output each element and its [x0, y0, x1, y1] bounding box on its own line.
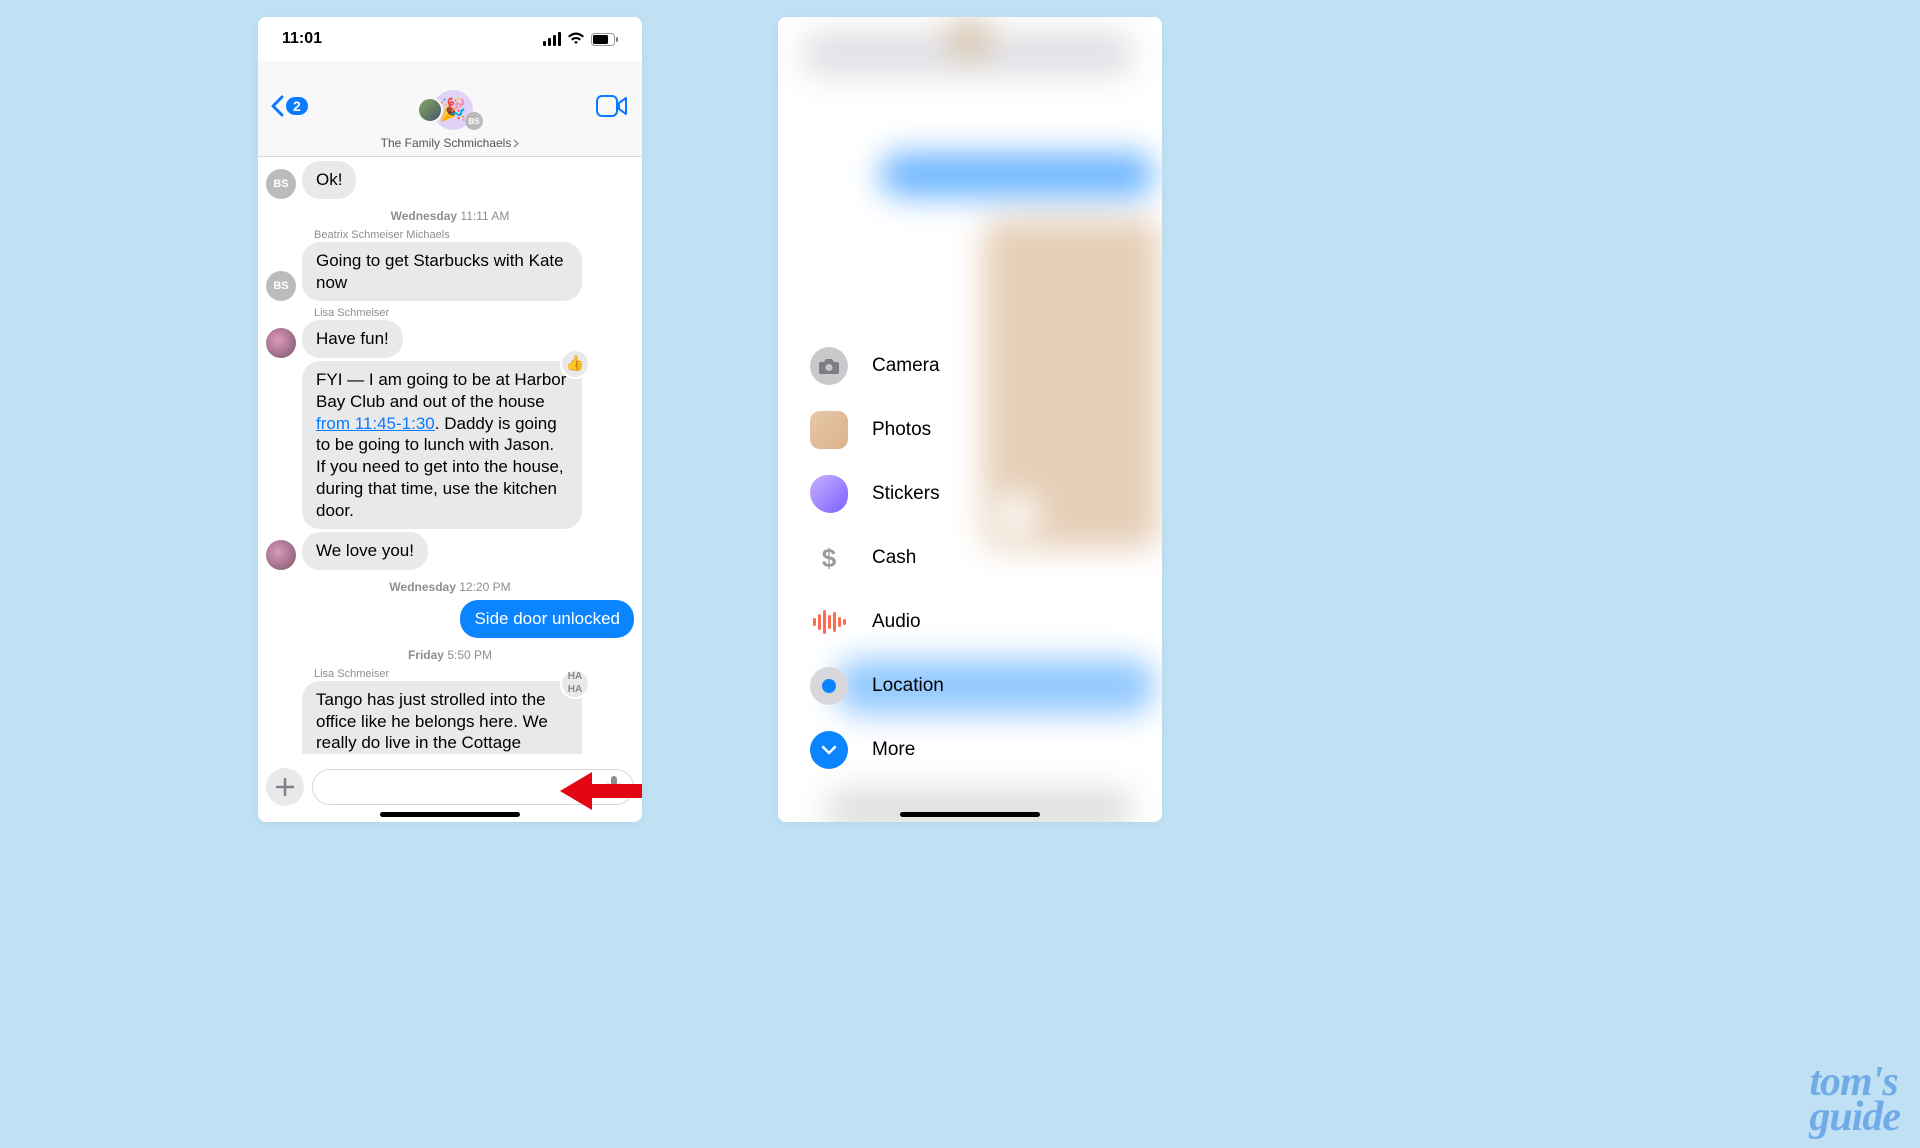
message-row-received[interactable]: Tango has just strolled into the office …	[266, 681, 634, 754]
message-row-received[interactable]: BSOk!	[266, 161, 634, 199]
message-bubble-received: We love you!	[302, 532, 428, 570]
video-icon	[596, 95, 628, 117]
attach-option-photos[interactable]: Photos	[810, 411, 1142, 449]
status-time: 11:01	[282, 30, 322, 48]
message-bubble-received: FYI — I am going to be at Harbor Bay Clu…	[302, 361, 582, 529]
group-member-avatar	[417, 97, 443, 123]
attach-label: Cash	[872, 547, 916, 569]
cellular-icon	[543, 32, 561, 46]
attach-option-more[interactable]: More	[810, 731, 1142, 769]
phone-screenshot-attachment-menu: Camera Photos Stickers $ Cash Audio Location Mo…	[778, 17, 1162, 822]
attach-option-camera[interactable]: Camera	[810, 347, 1142, 385]
cash-icon: $	[810, 539, 848, 577]
attach-label: Location	[872, 675, 944, 697]
reaction-haha-badge[interactable]: HAHA	[560, 669, 590, 699]
attach-label: Audio	[872, 611, 921, 633]
home-indicator	[380, 812, 520, 817]
messages-list[interactable]: BSOk!Wednesday 11:11 AMBeatrix Schmeiser…	[258, 157, 642, 754]
attach-label: Camera	[872, 355, 940, 377]
sender-label: Lisa Schmeiser	[314, 307, 634, 319]
camera-icon	[818, 357, 840, 375]
compose-bar	[258, 764, 642, 810]
message-row-received[interactable]: We love you!	[266, 532, 634, 570]
location-icon	[810, 667, 848, 705]
battery-icon	[591, 33, 618, 46]
message-bubble-received: Have fun!	[302, 320, 403, 358]
message-bubble-received: Going to get Starbucks with Kate now	[302, 242, 582, 302]
chat-header: 2 🎉 BS The Family Schmichaels	[258, 61, 642, 157]
mic-icon[interactable]	[607, 775, 621, 800]
message-avatar-initials: BS	[266, 169, 296, 199]
status-bar: 11:01	[258, 17, 642, 61]
watermark-logo: tom's guide	[1809, 1065, 1900, 1136]
facetime-button[interactable]	[596, 95, 628, 122]
sender-label: Beatrix Schmeiser Michaels	[314, 229, 634, 241]
message-input[interactable]	[312, 769, 634, 805]
message-row-received[interactable]: FYI — I am going to be at Harbor Bay Clu…	[266, 361, 634, 529]
plus-icon	[276, 778, 294, 796]
message-row-sent[interactable]: Side door unlocked	[266, 600, 634, 638]
group-member-initials: BS	[465, 112, 483, 130]
chevron-left-icon	[270, 95, 284, 117]
attach-option-stickers[interactable]: Stickers	[810, 475, 1142, 513]
message-bubble-received: Tango has just strolled into the office …	[302, 681, 582, 754]
message-bubble-sent: Side door unlocked	[460, 600, 634, 638]
photos-icon	[810, 411, 848, 449]
time-separator: Wednesday 11:11 AM	[266, 209, 634, 223]
attach-label: More	[872, 739, 915, 761]
chevron-right-icon	[513, 139, 519, 148]
back-button[interactable]: 2	[270, 95, 308, 117]
message-avatar-photo	[266, 540, 296, 570]
message-row-received[interactable]: BSGoing to get Starbucks with Kate now	[266, 242, 634, 302]
status-icons	[543, 32, 618, 46]
phone-screenshot-messages: 11:01 2 🎉 BS The Family Schmichae	[258, 17, 642, 822]
audio-waveform-icon	[810, 603, 848, 641]
chat-avatar-group[interactable]: 🎉 BS	[417, 90, 483, 130]
attach-option-audio[interactable]: Audio	[810, 603, 1142, 641]
attach-label: Photos	[872, 419, 931, 441]
attach-option-location[interactable]: Location	[810, 667, 1142, 705]
back-unread-badge: 2	[286, 97, 308, 115]
stickers-icon	[810, 475, 848, 513]
wifi-icon	[567, 32, 585, 46]
attach-label: Stickers	[872, 483, 940, 505]
attach-option-cash[interactable]: $ Cash	[810, 539, 1142, 577]
plus-button[interactable]	[266, 768, 304, 806]
message-bubble-received: Ok!	[302, 161, 356, 199]
message-avatar-photo	[266, 328, 296, 358]
chevron-down-icon	[810, 731, 848, 769]
chat-title[interactable]: The Family Schmichaels	[381, 136, 520, 150]
time-separator: Friday 5:50 PM	[266, 648, 634, 662]
home-indicator	[900, 812, 1040, 817]
attachment-menu: Camera Photos Stickers $ Cash Audio Location Mo…	[810, 347, 1142, 769]
time-separator: Wednesday 12:20 PM	[266, 580, 634, 594]
reaction-badge[interactable]: 👍	[560, 349, 590, 379]
message-avatar-initials: BS	[266, 271, 296, 301]
